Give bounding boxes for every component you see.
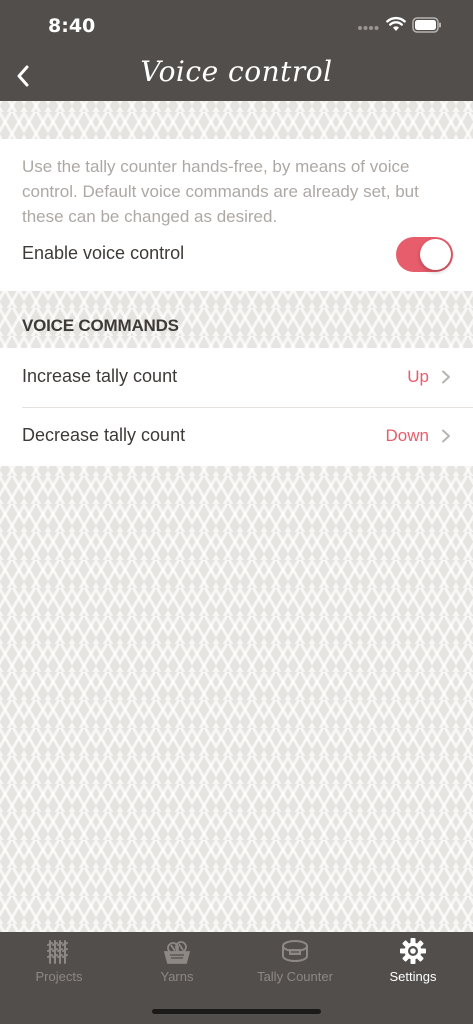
yarn-basket-icon [163,941,191,964]
enable-voice-control-label: Enable voice control [22,243,185,263]
row-value: Down [385,426,429,445]
row-label: Decrease tally count [22,425,186,445]
page-title: Voice control [140,55,333,88]
toggle-knob [420,239,451,270]
chevron-right-icon [442,429,450,443]
knit-stitch-icon [47,940,68,964]
tab-tally-counter[interactable]: Tally Counter [236,932,354,992]
row-label: Increase tally count [22,366,178,386]
tab-label: Tally Counter [257,969,333,984]
voice-control-intro-card: Use the tally counter hands-free, by mea… [0,139,473,291]
tab-label: Yarns [160,969,194,984]
row-value: Up [407,367,429,386]
chevron-right-icon [442,370,450,384]
voice-commands-header: VOICE COMMANDS [22,316,179,335]
voice-commands-list: Increase tally count Up Decrease tally c… [0,348,473,466]
decrease-tally-count-row[interactable]: Decrease tally count Down [0,407,473,466]
cellular-signal-icon [358,26,379,30]
status-time: 8:40 [48,15,96,37]
voice-control-description: Use the tally counter hands-free, by mea… [22,157,419,226]
battery-icon [412,17,441,33]
enable-voice-control-toggle[interactable] [396,237,453,272]
home-indicator [152,1009,321,1014]
tab-label: Settings [389,969,437,984]
navigation-bar: Voice control [0,52,473,101]
tab-yarns[interactable]: Yarns [118,932,236,992]
wifi-icon [386,16,406,31]
row-counter-icon [282,940,308,962]
tab-label: Projects [35,969,83,984]
tab-settings[interactable]: Settings [354,932,472,992]
status-bar: 8:40 [0,0,473,52]
tab-bar: Projects Yarns Tally Counter Settings [0,932,473,1024]
top-bar: 8:40 Voice control [0,0,473,101]
tab-projects[interactable]: Projects [0,932,118,992]
gear-icon [400,938,426,964]
increase-tally-count-row[interactable]: Increase tally count Up [0,348,473,408]
